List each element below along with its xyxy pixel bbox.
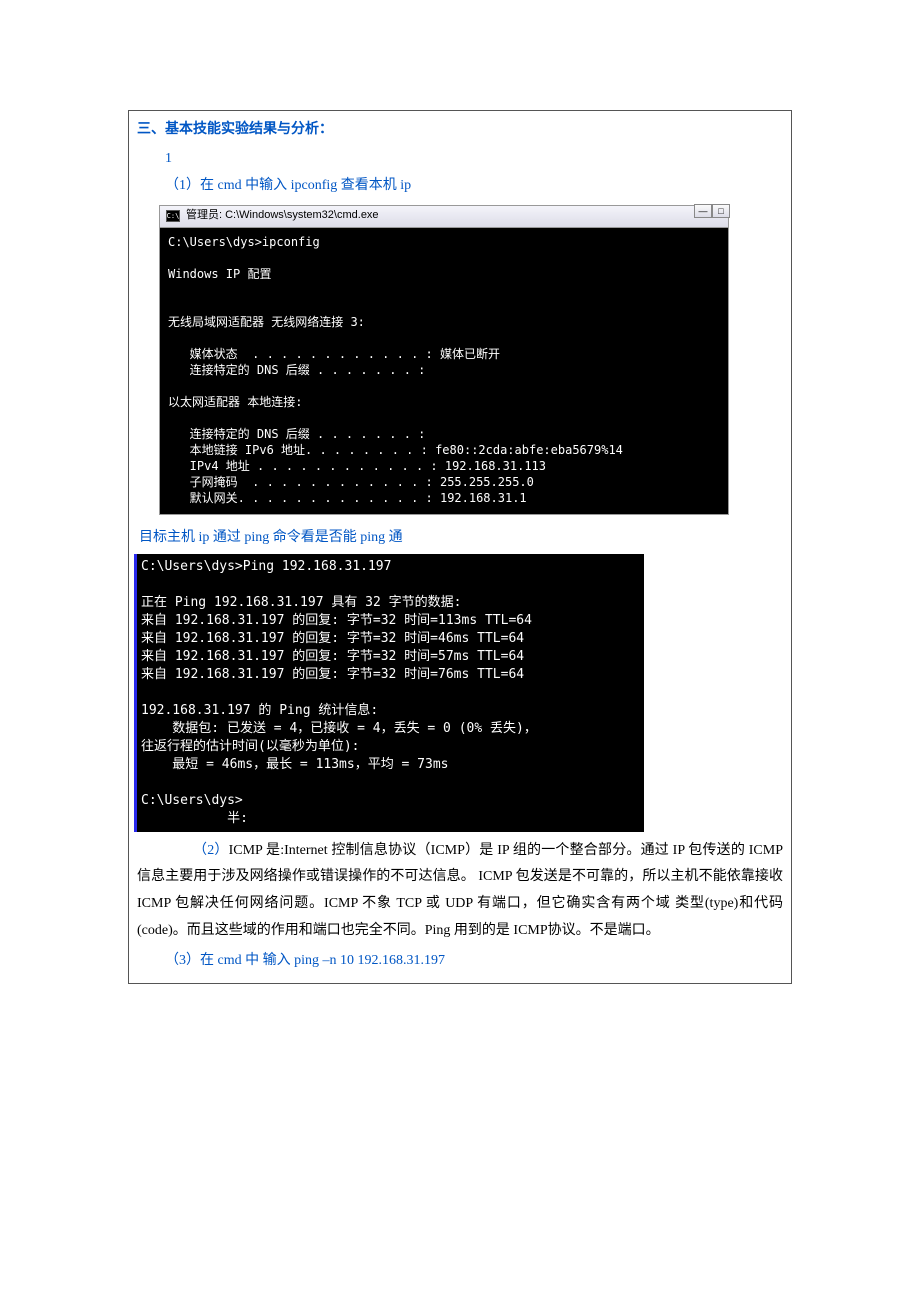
step-3: （3）在 cmd 中 输入 ping –n 10 192.168.31.197 <box>137 948 783 973</box>
step-3-prefix: （3） <box>165 953 200 968</box>
item-number-1: 1 <box>137 146 783 171</box>
step-1-text: （1）在 cmd 中输入 ipconfig 查看本机 ip <box>137 173 783 198</box>
section-title: 三、基本技能实验结果与分析： <box>137 117 783 142</box>
cmd-icon: C:\ <box>166 210 180 222</box>
step-2-prefix: （2） <box>137 843 229 858</box>
step-2-body: ICMP 是:Internet 控制信息协议（ICMP）是 IP 组的一个整合部… <box>137 843 783 938</box>
window-buttons: — □ <box>694 204 730 218</box>
cmd-icon-text: C:\ <box>167 213 180 220</box>
cmd-output-ipconfig: C:\Users\dys>ipconfig Windows IP 配置 无线局域… <box>160 228 728 514</box>
cmd-output-ping: C:\Users\dys>Ping 192.168.31.197 正在 Ping… <box>134 554 644 832</box>
paragraph-icmp: （2）ICMP 是:Internet 控制信息协议（ICMP）是 IP 组的一个… <box>137 838 783 944</box>
minimize-button[interactable]: — <box>694 204 712 218</box>
cmd-titlebar: C:\ 管理员: C:\Windows\system32\cmd.exe — □ <box>160 206 728 228</box>
ping-caption: 目标主机 ip 通过 ping 命令看是否能 ping 通 <box>137 525 783 550</box>
maximize-button[interactable]: □ <box>712 204 730 218</box>
content-frame: 三、基本技能实验结果与分析： 1 （1）在 cmd 中输入 ipconfig 查… <box>128 110 792 984</box>
cmd-window-ipconfig: C:\ 管理员: C:\Windows\system32\cmd.exe — □… <box>159 205 729 515</box>
document-page: 三、基本技能实验结果与分析： 1 （1）在 cmd 中输入 ipconfig 查… <box>0 0 920 1024</box>
step-3-body: 在 cmd 中 输入 ping –n 10 192.168.31.197 <box>200 953 445 968</box>
cmd-window-title: 管理员: C:\Windows\system32\cmd.exe <box>186 206 379 226</box>
